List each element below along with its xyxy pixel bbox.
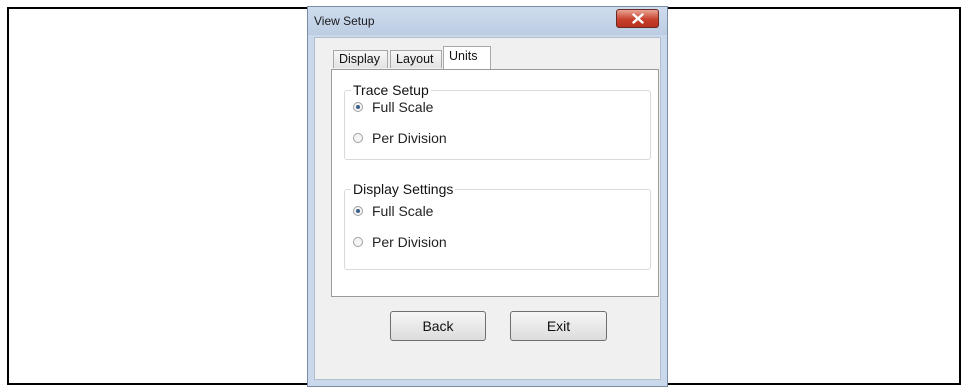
option-label: Full Scale — [372, 203, 434, 219]
radio-button-selected[interactable] — [353, 102, 363, 112]
radio-button-selected[interactable] — [353, 206, 363, 216]
group-legend: Display Settings — [351, 181, 456, 197]
option-label: Full Scale — [372, 99, 434, 115]
window-title: View Setup — [314, 14, 375, 28]
title-bar: View Setup — [308, 7, 667, 35]
trace-per-division-option[interactable]: Per Division — [353, 130, 447, 146]
radio-button[interactable] — [353, 237, 363, 247]
option-label: Per Division — [372, 234, 447, 250]
view-setup-dialog: View Setup Display Layout Units Trace Se… — [307, 6, 668, 387]
trace-setup-group: Trace Setup Full Scale Per Division — [344, 82, 651, 160]
group-legend: Trace Setup — [351, 82, 431, 98]
tab-units[interactable]: Units — [443, 46, 491, 69]
display-settings-group: Display Settings Full Scale Per Division — [344, 181, 651, 270]
trace-full-scale-option[interactable]: Full Scale — [353, 99, 433, 115]
back-button[interactable]: Back — [390, 311, 486, 341]
exit-button[interactable]: Exit — [510, 311, 607, 341]
display-per-division-option[interactable]: Per Division — [353, 234, 447, 250]
option-label: Per Division — [372, 130, 447, 146]
dialog-body: Display Layout Units Trace Setup Full Sc… — [314, 37, 661, 380]
close-button[interactable] — [616, 9, 659, 28]
units-tab-panel: Trace Setup Full Scale Per Division Disp… — [331, 69, 659, 297]
radio-button[interactable] — [353, 133, 363, 143]
close-icon — [631, 13, 644, 24]
display-full-scale-option[interactable]: Full Scale — [353, 203, 433, 219]
tab-display[interactable]: Display — [333, 50, 388, 68]
tab-layout[interactable]: Layout — [390, 50, 442, 68]
